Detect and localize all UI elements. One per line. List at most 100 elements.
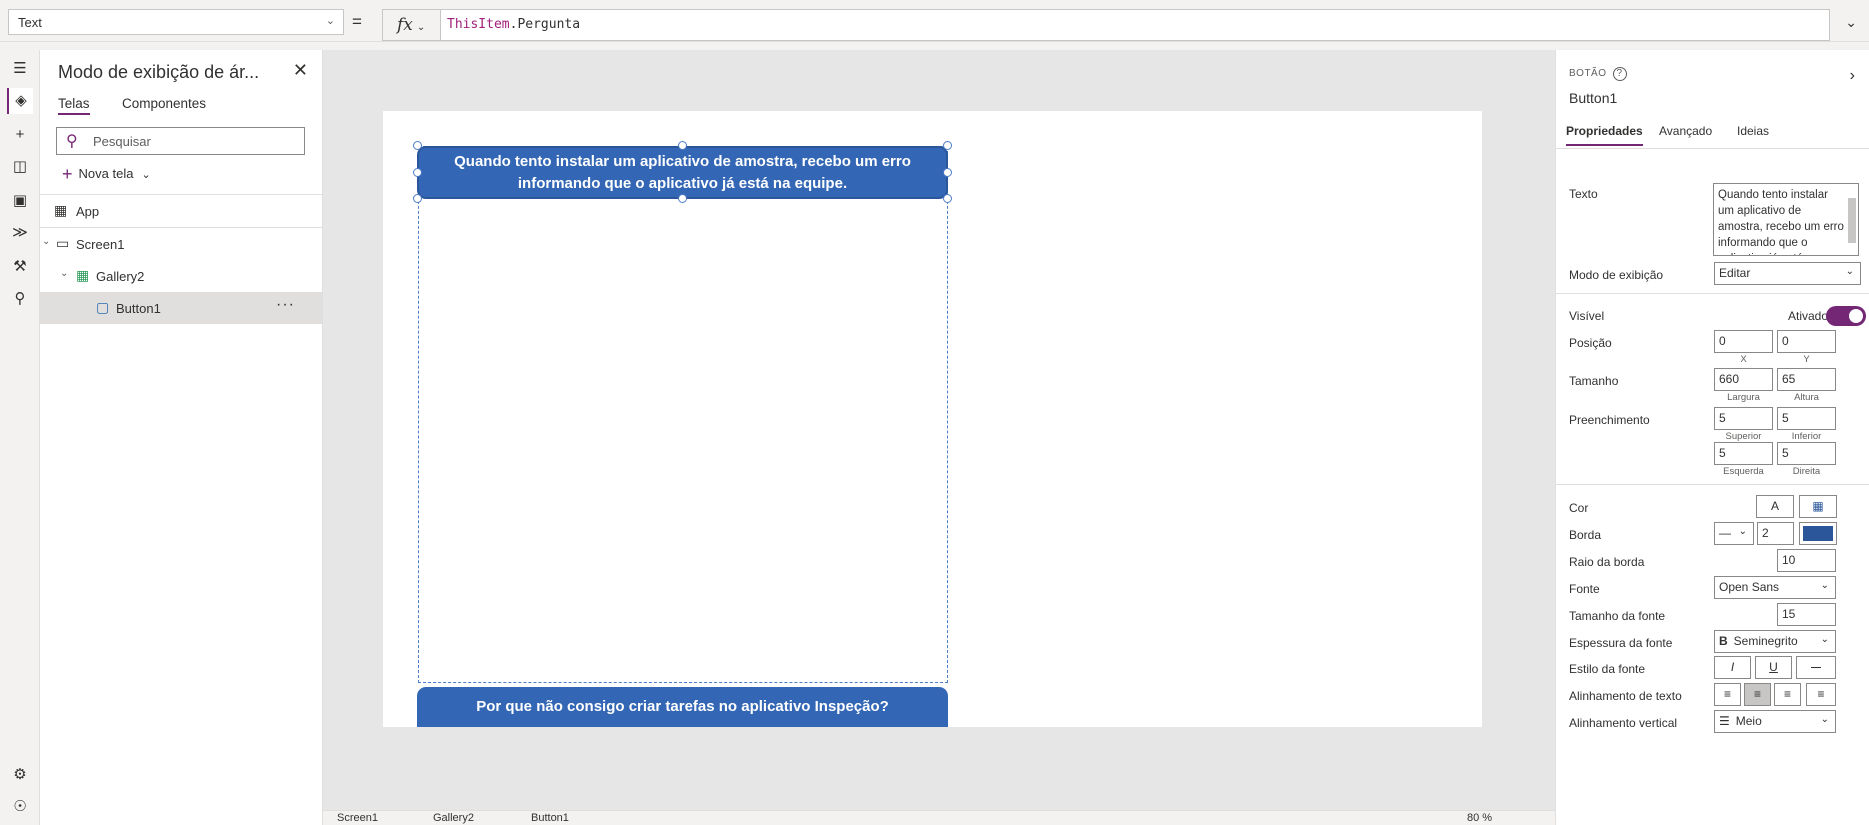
search-placeholder: Pesquisar — [93, 134, 151, 149]
modo-dropdown[interactable]: Editar ⌄ — [1714, 262, 1861, 285]
align-justify-icon: ≡ — [1817, 687, 1825, 701]
font-weight-dropdown[interactable]: B Seminegrito ⌄ — [1714, 630, 1836, 653]
border-style-dropdown[interactable]: — ⌄ — [1714, 522, 1754, 545]
font-size-input[interactable]: 15 — [1777, 603, 1836, 626]
expand-formula-icon[interactable]: ⌄ — [1845, 14, 1857, 31]
posicao-label: Posição — [1569, 336, 1612, 350]
tab-propriedades[interactable]: Propriedades — [1566, 124, 1643, 146]
hamburger-menu-icon[interactable]: ☰ — [7, 56, 33, 82]
resize-handle[interactable] — [413, 194, 422, 203]
property-dropdown[interactable]: Text ⌄ — [8, 9, 344, 35]
modo-label: Modo de exibição — [1569, 268, 1664, 282]
chevron-right-icon[interactable]: › — [1850, 67, 1855, 85]
resize-handle[interactable] — [678, 141, 687, 150]
align-left-button[interactable]: ≡ — [1714, 683, 1741, 706]
border-width-input[interactable]: 2 — [1757, 522, 1794, 545]
control-name: Button1 — [1569, 90, 1618, 106]
chevron-down-icon: ⌄ — [1820, 714, 1829, 725]
position-x-input[interactable]: 0 — [1714, 330, 1773, 353]
resize-handle[interactable] — [943, 141, 952, 150]
bold-icon: B — [1719, 634, 1728, 648]
chevron-down-icon[interactable]: ⌄ — [42, 236, 50, 247]
modo-value: Editar — [1719, 266, 1751, 280]
vertical-align-value: Meio — [1735, 714, 1762, 728]
text-property-input[interactable]: Quando tento instalar um aplicativo de a… — [1713, 183, 1859, 256]
vertical-align-dropdown[interactable]: ☰ Meio ⌄ — [1714, 710, 1836, 733]
text-color-icon: A — [1770, 499, 1779, 515]
power-automate-icon[interactable]: ≫ — [7, 220, 33, 246]
media-icon[interactable]: ▣ — [7, 188, 33, 214]
align-center-button[interactable]: ≡ — [1744, 683, 1771, 706]
more-options-icon[interactable]: ··· — [276, 296, 295, 314]
tamanho-fonte-label: Tamanho da fonte — [1569, 609, 1666, 623]
align-right-button[interactable]: ≡ — [1774, 683, 1801, 706]
help-icon[interactable]: ? — [1612, 67, 1627, 81]
align-justify-button[interactable]: ≡ — [1806, 683, 1836, 706]
close-icon[interactable]: ✕ — [293, 60, 308, 81]
tree-item-app[interactable]: ▦ App — [40, 195, 323, 227]
resize-handle[interactable] — [678, 194, 687, 203]
search-input[interactable]: ⚲ Pesquisar — [56, 127, 305, 155]
height-input[interactable]: 65 — [1777, 368, 1836, 391]
italic-button[interactable]: I — [1714, 656, 1751, 679]
properties-panel: BOTÃO? Button1 › Propriedades Avançado I… — [1555, 50, 1869, 825]
visible-toggle[interactable] — [1826, 306, 1866, 326]
property-value: Text — [18, 15, 42, 30]
visivel-value: Ativado — [1788, 309, 1829, 323]
width-input[interactable]: 660 — [1714, 368, 1773, 391]
question-button[interactable]: Por que não consigo criar tarefas no apl… — [417, 687, 948, 727]
tab-telas[interactable]: Telas — [58, 96, 90, 115]
tree-view-icon[interactable]: ◈ — [7, 88, 33, 114]
padding-top-input[interactable]: 5 — [1714, 407, 1773, 430]
resize-handle[interactable] — [413, 168, 422, 177]
tree-item-gallery2[interactable]: ⌄ ▦ Gallery2 — [40, 260, 323, 292]
insert-icon[interactable]: + — [7, 122, 33, 148]
search-icon[interactable]: ⚲ — [7, 286, 33, 312]
padding-left-input[interactable]: 5 — [1714, 442, 1773, 465]
chevron-down-icon[interactable]: ⌄ — [60, 268, 68, 279]
scrollbar[interactable] — [1848, 198, 1856, 243]
advanced-tools-icon[interactable]: ⚒ — [7, 254, 33, 280]
padding-right-input[interactable]: 5 — [1777, 442, 1836, 465]
espessura-label: Espessura da fonte — [1569, 636, 1673, 650]
tree-item-button1[interactable]: ▢ Button1 ··· — [40, 292, 323, 324]
borda-label: Borda — [1569, 528, 1602, 542]
preenchimento-label: Preenchimento — [1569, 413, 1650, 427]
padding-bottom-input[interactable]: 5 — [1777, 407, 1836, 430]
text-color-button[interactable]: A — [1756, 495, 1794, 518]
screen-icon: ▭ — [56, 235, 70, 251]
formula-input[interactable]: ThisItem.Pergunta — [440, 9, 1830, 41]
font-dropdown[interactable]: Open Sans ⌄ — [1714, 576, 1836, 599]
resize-handle[interactable] — [943, 194, 952, 203]
tree-item-screen1[interactable]: ⌄ ▭ Screen1 — [40, 228, 323, 260]
question-button-selected[interactable]: Quando tento instalar um aplicativo de a… — [417, 146, 948, 199]
border-radius-input[interactable]: 10 — [1777, 549, 1836, 572]
breadcrumb-screen1[interactable]: Screen1 — [337, 812, 378, 824]
position-y-input[interactable]: 0 — [1777, 330, 1836, 353]
virtual-agent-icon[interactable]: ☉ — [7, 794, 33, 820]
underline-icon: U — [1769, 660, 1778, 674]
fill-color-button[interactable]: ▦ — [1799, 495, 1837, 518]
fonte-label: Fonte — [1569, 582, 1600, 596]
tab-componentes[interactable]: Componentes — [122, 96, 206, 111]
resize-handle[interactable] — [413, 141, 422, 150]
border-color-button[interactable] — [1799, 522, 1837, 545]
underline-button[interactable]: U — [1755, 656, 1792, 679]
border-color-swatch — [1803, 526, 1833, 541]
breadcrumb-gallery2[interactable]: Gallery2 — [433, 812, 474, 824]
new-screen-button[interactable]: + Nova tela ⌄ — [62, 164, 151, 185]
gallery2[interactable] — [418, 146, 948, 683]
gallery-icon: ▦ — [76, 267, 90, 283]
visivel-label: Visível — [1569, 309, 1605, 323]
settings-icon[interactable]: ⚙ — [7, 762, 33, 788]
function-button[interactable]: fx ⌄ — [382, 9, 440, 41]
tab-ideias[interactable]: Ideias — [1737, 124, 1769, 138]
align-right-icon: ≡ — [1783, 687, 1791, 701]
strikethrough-button[interactable] — [1796, 656, 1836, 679]
breadcrumb-button1[interactable]: Button1 — [531, 812, 569, 824]
resize-handle[interactable] — [943, 168, 952, 177]
data-icon[interactable]: ◫ — [7, 154, 33, 180]
tree-item-label: Gallery2 — [96, 269, 145, 284]
tab-avancado[interactable]: Avançado — [1659, 124, 1712, 138]
alinhamento-label: Alinhamento de texto — [1569, 689, 1682, 703]
